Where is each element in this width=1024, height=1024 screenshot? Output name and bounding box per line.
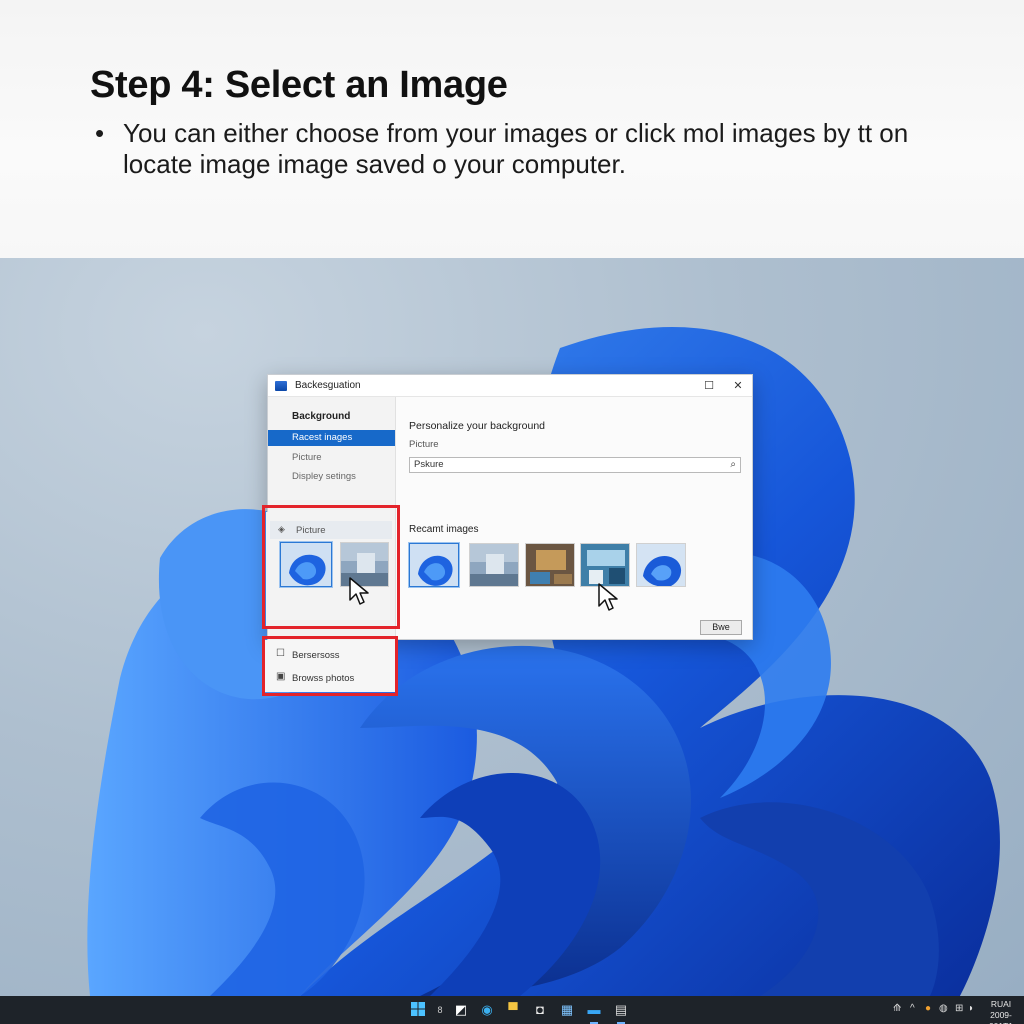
interior-image [526,544,574,586]
notification-icon[interactable]: ● [925,1003,931,1014]
office-image [581,544,629,586]
maximize-button[interactable]: ☐ [698,377,720,395]
battery-icon[interactable]: ◍ [939,1003,948,1014]
search-icon[interactable]: 8 [431,1001,449,1019]
sidebar-heading: Background [292,411,351,422]
photos-icon[interactable]: ▤ [612,1001,630,1024]
step-heading: Step 4: Select an Image [90,64,508,106]
picture-label: Picture [409,439,439,450]
file-explorer-icon[interactable]: ▀ [504,1001,522,1019]
dialog-title: Backesguation [295,380,361,391]
search-icon[interactable]: ⌕ [730,458,736,472]
clock-date: 2009-001T1 [989,1010,1013,1024]
windows-start-icon[interactable] [409,1001,427,1019]
dialog-content: Personalize your background Picture Psku… [398,397,752,640]
bullet-dot: • [95,118,105,148]
room-image [470,544,518,586]
personalize-title: Personalize your background [409,420,545,432]
task-view-icon[interactable]: ◩ [452,1001,470,1019]
chevron-up-icon[interactable]: ^ [910,1003,915,1014]
sidebar-item-recent-images[interactable]: Racest inages [268,430,395,446]
wifi-icon[interactable]: ⟰ [893,1003,901,1014]
blue-swirl-image [410,544,458,586]
app-icon [275,381,287,391]
taskbar: 8 ◩ ◉ ▀ ◘ ▦ ▬ ▤ ⟰ ^ ● ◍ ⊞ ◗ RUAI 2009-00… [0,996,1024,1024]
network-icon[interactable]: ⊞ [955,1003,963,1014]
blue-swirl-image [637,544,685,586]
recent-thumbnail-1[interactable] [409,543,459,587]
instruction-bullet: • You can either choose from your images… [95,118,975,180]
picture-input-value: Pskure [414,459,444,470]
sidebar-item-picture[interactable]: Picture [268,450,395,466]
mouse-cursor-icon [598,583,618,611]
clock-time: RUAI [990,999,1012,1009]
recent-thumbnail-5[interactable] [636,543,686,587]
save-button[interactable]: Bwe [700,620,742,635]
store-icon[interactable]: ◘ [531,1001,549,1019]
browse-highlight-box [262,636,398,696]
instruction-text: You can either choose from your images o… [123,118,909,179]
recent-thumbnail-4[interactable] [580,543,630,587]
recent-thumbnail-3[interactable] [525,543,575,587]
settings-icon[interactable]: ▬ [585,1001,603,1024]
recent-images-label: Recamt images [409,524,479,535]
edge-icon[interactable]: ◉ [478,1001,496,1019]
instruction-header: Step 4: Select an Image • You can either… [0,0,1024,258]
recent-thumbnail-2[interactable] [469,543,519,587]
volume-icon[interactable]: ◗ [968,1003,974,1014]
mail-icon[interactable]: ▦ [558,1001,576,1019]
picture-highlight-box [262,505,400,629]
close-button[interactable]: ✕ [727,377,749,395]
picture-search-input[interactable]: Pskure ⌕ [409,457,741,473]
dialog-titlebar[interactable]: Backesguation ☐ ✕ [268,375,752,397]
mouse-cursor-icon [349,577,369,605]
taskbar-clock[interactable]: RUAI 2009-001T1 [982,999,1020,1024]
sidebar-item-display-settings[interactable]: Displey setings [268,469,395,485]
